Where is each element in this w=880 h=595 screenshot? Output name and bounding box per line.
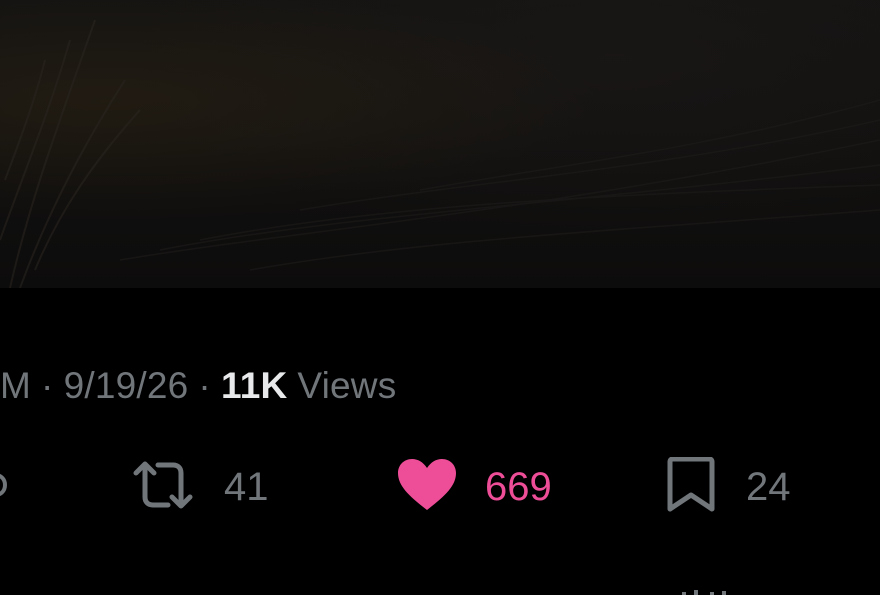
bookmark-button[interactable]: 24 (666, 455, 791, 519)
views-count: 11K (220, 365, 288, 406)
meta-separator: · (198, 365, 211, 406)
bookmark-count: 24 (746, 464, 791, 509)
views-label: Views (297, 365, 397, 406)
media-texture (0, 19, 880, 288)
meta-separator: · (41, 365, 54, 406)
tweet-detail: M · 9/19/26 · 11K Views 41 669 24 (0, 0, 880, 595)
cropped-bottom-element (680, 584, 760, 595)
tweet-time[interactable]: M (0, 365, 31, 407)
tweet-media-image[interactable] (0, 0, 880, 288)
retweet-icon (132, 459, 194, 516)
tweet-action-bar: 41 669 24 (0, 455, 880, 519)
like-count: 669 (485, 464, 552, 509)
like-button[interactable]: 669 (397, 455, 552, 519)
heart-icon (397, 458, 457, 517)
retweet-button[interactable]: 41 (132, 455, 269, 519)
tweet-meta-line: M · 9/19/26 · 11K Views (0, 362, 396, 410)
retweet-count: 41 (224, 464, 269, 509)
bookmark-icon (666, 456, 716, 518)
tweet-date[interactable]: 9/19/26 (64, 365, 189, 407)
